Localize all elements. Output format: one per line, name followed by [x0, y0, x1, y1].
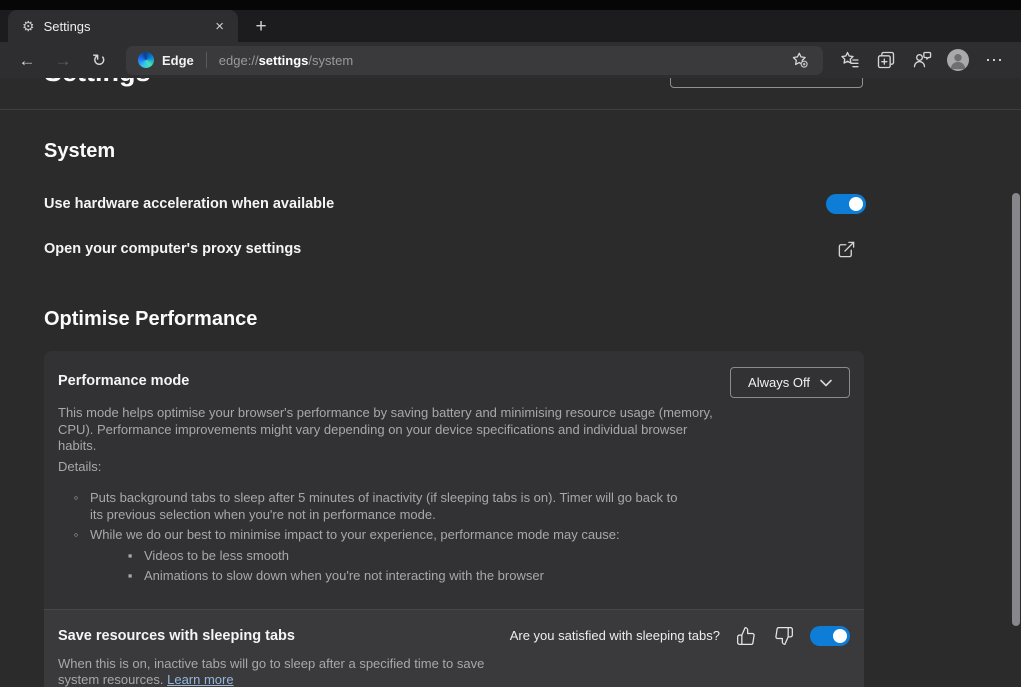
proxy-settings-label: Open your computer's proxy settings — [44, 241, 301, 257]
forward-button[interactable]: → — [48, 45, 78, 75]
tab-bar: ⚙ Settings × + — [0, 10, 1021, 42]
page-title: Settings — [44, 78, 151, 87]
gear-favicon-icon: ⚙ — [22, 19, 35, 33]
thumbs-up-icon[interactable] — [734, 624, 758, 648]
list-item: ▪ Animations to slow down when you're no… — [126, 568, 850, 585]
url-text[interactable]: edge://settings/system — [219, 53, 777, 68]
tab-close-icon[interactable]: × — [211, 17, 228, 36]
url-suffix: /system — [308, 53, 353, 68]
performance-mode-title: Performance mode — [58, 367, 189, 389]
sleeping-tabs-feedback: Are you satisfied with sleeping tabs? — [510, 624, 850, 648]
reload-button[interactable]: ↻ — [84, 45, 114, 75]
details-label: Details: — [58, 459, 850, 476]
tab-title: Settings — [44, 19, 203, 34]
section-heading-optimise-performance: Optimise Performance — [44, 308, 908, 331]
page-header: Settings — [0, 78, 1021, 110]
hardware-acceleration-toggle[interactable] — [826, 194, 866, 214]
window-top-strip — [0, 0, 1021, 10]
settings-page: Settings System Use hardware acceleratio… — [0, 78, 1021, 687]
satisfaction-question: Are you satisfied with sleeping tabs? — [510, 628, 720, 643]
details-list: ◦ Puts background tabs to sleep after 5 … — [58, 490, 850, 544]
edge-logo-icon — [138, 52, 154, 68]
square-bullet-icon: ▪ — [126, 548, 134, 565]
detail-text: Animations to slow down when you're not … — [144, 568, 544, 585]
toggle-knob — [833, 629, 847, 643]
hardware-acceleration-label: Use hardware acceleration when available — [44, 196, 334, 212]
sleeping-tabs-description: When this is on, inactive tabs will go t… — [58, 656, 490, 687]
url-prefix: edge:// — [219, 53, 259, 68]
thumbs-down-icon[interactable] — [772, 624, 796, 648]
performance-card: Performance mode Always Off This mode he… — [44, 351, 864, 687]
settings-and-more-icon[interactable]: ⋯ — [979, 45, 1009, 75]
back-button[interactable]: ← — [12, 45, 42, 75]
browser-essentials-icon[interactable] — [907, 45, 937, 75]
url-highlight: settings — [259, 53, 309, 68]
performance-mode-dropdown[interactable]: Always Off — [730, 367, 850, 398]
address-bar[interactable]: Edge edge://settings/system — [126, 46, 823, 75]
list-item: ◦ Puts background tabs to sleep after 5 … — [72, 490, 684, 523]
detail-text: Videos to be less smooth — [144, 548, 289, 565]
bullet-icon: ◦ — [72, 527, 80, 544]
sleeping-tabs-toggle[interactable] — [810, 626, 850, 646]
avatar — [947, 49, 969, 71]
section-heading-system: System — [44, 140, 908, 163]
edge-badge-label: Edge — [162, 53, 194, 68]
bullet-icon: ◦ — [72, 490, 80, 523]
sleeping-desc-text: When this is on, inactive tabs will go t… — [58, 656, 484, 687]
hardware-acceleration-row: Use hardware acceleration when available — [44, 194, 866, 214]
list-item: ◦ While we do our best to minimise impac… — [72, 527, 684, 544]
toggle-knob — [849, 197, 863, 211]
detail-text: Puts background tabs to sleep after 5 mi… — [90, 490, 684, 523]
add-favorite-icon[interactable] — [785, 45, 815, 75]
square-bullet-icon: ▪ — [126, 568, 134, 585]
settings-search-input[interactable] — [670, 78, 863, 88]
settings-content: System Use hardware acceleration when av… — [0, 140, 908, 687]
sleeping-tabs-title: Save resources with sleeping tabs — [58, 628, 295, 644]
performance-mode-description: This mode helps optimise your browser's … — [58, 405, 720, 455]
details-sublist: ▪ Videos to be less smooth ▪ Animations … — [58, 548, 850, 585]
performance-mode-section: Performance mode Always Off This mode he… — [44, 351, 864, 609]
sleeping-tabs-section: Save resources with sleeping tabs Are yo… — [44, 610, 864, 687]
collections-icon[interactable] — [871, 45, 901, 75]
chevron-down-icon — [820, 379, 832, 387]
list-item: ▪ Videos to be less smooth — [126, 548, 850, 565]
address-separator — [206, 52, 207, 68]
dropdown-value: Always Off — [748, 375, 810, 390]
browser-toolbar: ← → ↻ Edge edge://settings/system — [0, 42, 1021, 78]
profile-avatar[interactable] — [943, 45, 973, 75]
favorites-icon[interactable] — [835, 45, 865, 75]
new-tab-button[interactable]: + — [248, 13, 274, 39]
tab-settings[interactable]: ⚙ Settings × — [8, 10, 238, 42]
learn-more-link[interactable]: Learn more — [167, 672, 233, 687]
scrollbar-thumb[interactable] — [1012, 193, 1020, 626]
proxy-settings-row[interactable]: Open your computer's proxy settings — [44, 234, 866, 264]
external-link-icon[interactable] — [831, 234, 861, 264]
detail-text: While we do our best to minimise impact … — [90, 527, 620, 544]
